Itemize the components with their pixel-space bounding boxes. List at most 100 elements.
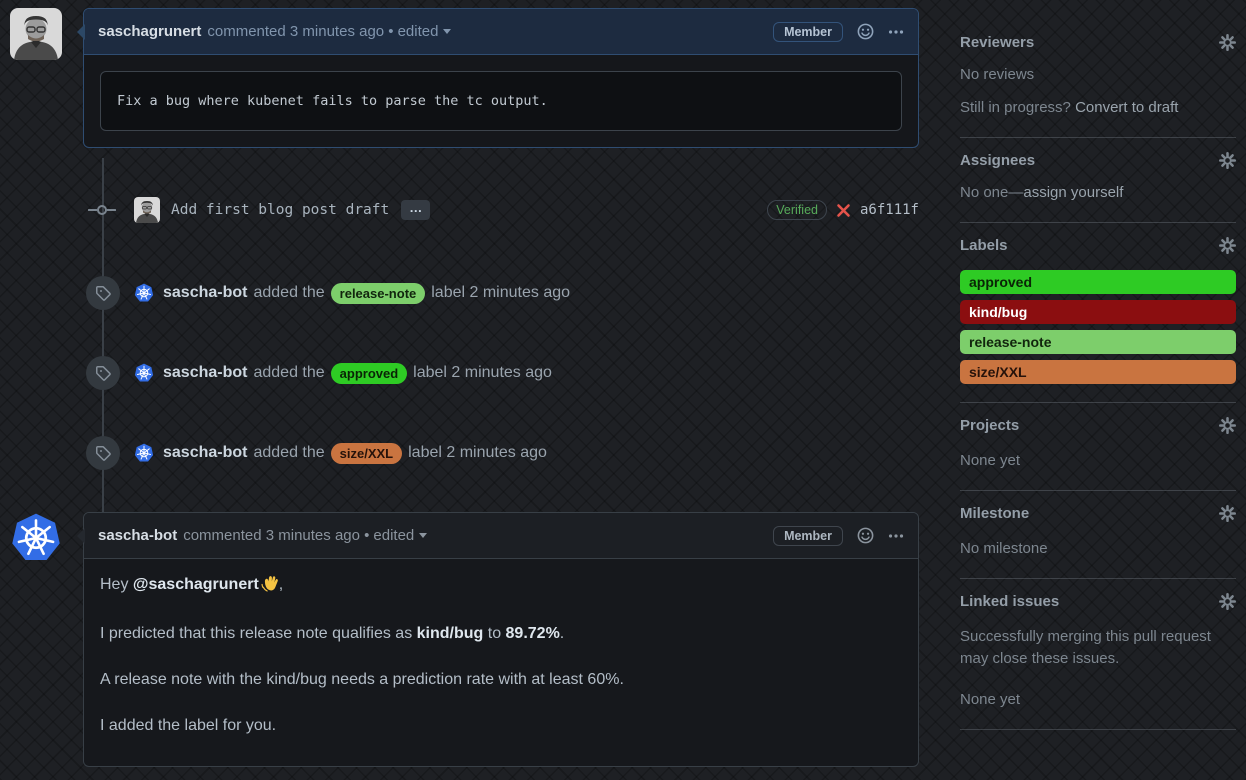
reviewers-section: Reviewers No reviews Still in progress? … [960,20,1236,138]
event-suffix: label 2 minutes ago [413,364,552,382]
comment-body: Fix a bug where kubenet fails to parse t… [84,55,918,147]
sidebar-label-release-note[interactable]: release-note [960,330,1236,354]
member-badge: Member [773,526,843,546]
label-chip[interactable]: release-note [331,283,426,304]
mention-link[interactable]: @saschagrunert [133,576,259,593]
reviewers-title: Reviewers [960,34,1034,51]
linked-issues-empty: None yet [960,689,1236,711]
prediction-period: . [560,625,564,642]
comment-options-button[interactable] [888,24,904,40]
comment-caret [69,24,85,40]
commit-author-avatar[interactable] [134,197,160,223]
label-event: sascha-bot added the release-note label … [10,276,919,310]
event-action: added the [253,444,324,462]
convert-to-draft-link[interactable]: Convert to draft [1075,99,1178,116]
status-failed-icon[interactable] [836,203,851,218]
milestone-settings-button[interactable] [1219,505,1236,522]
labels-settings-button[interactable] [1219,237,1236,254]
member-badge: Member [773,22,843,42]
gear-icon [1219,593,1236,610]
linked-issues-title: Linked issues [960,593,1059,610]
code-block: Fix a bug where kubenet fails to parse t… [100,71,902,131]
gear-icon [1219,152,1236,169]
sidebar-label-size-xxl[interactable]: size/XXL [960,360,1236,384]
comment-author[interactable]: sascha-bot [98,527,177,544]
comment-options-button[interactable] [888,528,904,544]
smiley-icon [857,23,874,40]
event-user[interactable]: sascha-bot [163,284,247,302]
reviewers-settings-button[interactable] [1219,34,1236,51]
milestone-section: Milestone No milestone [960,491,1236,579]
assignees-title: Assignees [960,152,1035,169]
milestone-title: Milestone [960,505,1029,522]
event-suffix: label 2 minutes ago [408,444,547,462]
bot-avatar[interactable] [134,363,154,383]
tag-icon [86,276,120,310]
kebab-icon [888,528,904,544]
chevron-down-icon [419,533,427,538]
paragraph-greeting: Hey @saschagrunert, [100,573,902,600]
commit-description-toggle[interactable]: … [401,200,430,220]
pr-timeline: saschagrunert commented 3 minutes ago • … [10,8,919,767]
label-event: sascha-bot added the approved label 2 mi… [10,356,919,390]
comment-meta: commented 3 minutes ago • [207,23,393,40]
bot-avatar[interactable] [134,283,154,303]
assign-yourself-link[interactable]: assign yourself [1023,184,1123,201]
comment-header: saschagrunert commented 3 minutes ago • … [84,9,918,55]
chevron-down-icon [443,29,451,34]
assignees-section: Assignees No one—assign yourself [960,138,1236,223]
projects-empty: None yet [960,450,1236,472]
projects-section: Projects None yet [960,403,1236,491]
add-reaction-button[interactable] [857,527,874,544]
event-user[interactable]: sascha-bot [163,444,247,462]
gear-icon [1219,237,1236,254]
event-text: sascha-bot added the release-note label … [163,283,570,304]
greeting-text: Hey [100,576,133,593]
event-text: sascha-bot added the size/XXL label 2 mi… [163,443,547,464]
gear-icon [1219,505,1236,522]
edited-dropdown[interactable]: edited [373,527,427,544]
sidebar-label-kind-bug[interactable]: kind/bug [960,300,1236,324]
labels-list: approved kind/bug release-note size/XXL [960,270,1236,384]
milestone-empty: No milestone [960,538,1236,560]
prediction-mid: to [483,625,505,642]
edited-label: edited [398,23,439,40]
comment-author[interactable]: saschagrunert [98,23,201,40]
edited-dropdown[interactable]: edited [398,23,452,40]
sidebar: Reviewers No reviews Still in progress? … [960,8,1236,767]
label-chip[interactable]: size/XXL [331,443,402,464]
bot-avatar[interactable] [10,512,62,564]
paragraph-prediction: I predicted that this release note quali… [100,622,902,646]
comment-meta: commented 3 minutes ago • [183,527,369,544]
kind-bug-bold: kind/bug [417,625,484,642]
sidebar-label-approved[interactable]: approved [960,270,1236,294]
avatar[interactable] [10,8,62,60]
comment-body: Hey @saschagrunert, I predicted that thi… [84,559,918,766]
add-reaction-button[interactable] [857,23,874,40]
paragraph-added: I added the label for you. [100,714,902,738]
projects-settings-button[interactable] [1219,417,1236,434]
assignees-empty: No one—assign yourself [960,182,1236,204]
comment-caret [69,528,85,544]
hint-text: Still in progress? [960,99,1075,116]
verified-badge[interactable]: Verified [767,200,827,220]
assignees-settings-button[interactable] [1219,152,1236,169]
assignees-empty-text: No one— [960,184,1023,201]
label-event: sascha-bot added the size/XXL label 2 mi… [10,436,919,470]
gear-icon [1219,417,1236,434]
gear-icon [1219,34,1236,51]
commit-message-link[interactable]: Add first blog post draft [171,202,389,218]
bot-avatar[interactable] [134,443,154,463]
event-suffix: label 2 minutes ago [431,284,570,302]
linked-issues-settings-button[interactable] [1219,593,1236,610]
tag-icon [86,356,120,390]
event-action: added the [253,284,324,302]
linked-issues-desc: Successfully merging this pull request m… [960,626,1236,670]
commit-hash-link[interactable]: a6f111f [860,202,919,218]
smiley-icon [857,527,874,544]
git-commit-icon [88,203,118,217]
event-user[interactable]: sascha-bot [163,364,247,382]
page: saschagrunert commented 3 minutes ago • … [0,0,1246,767]
greeting-comma: , [279,576,283,593]
label-chip[interactable]: approved [331,363,408,384]
